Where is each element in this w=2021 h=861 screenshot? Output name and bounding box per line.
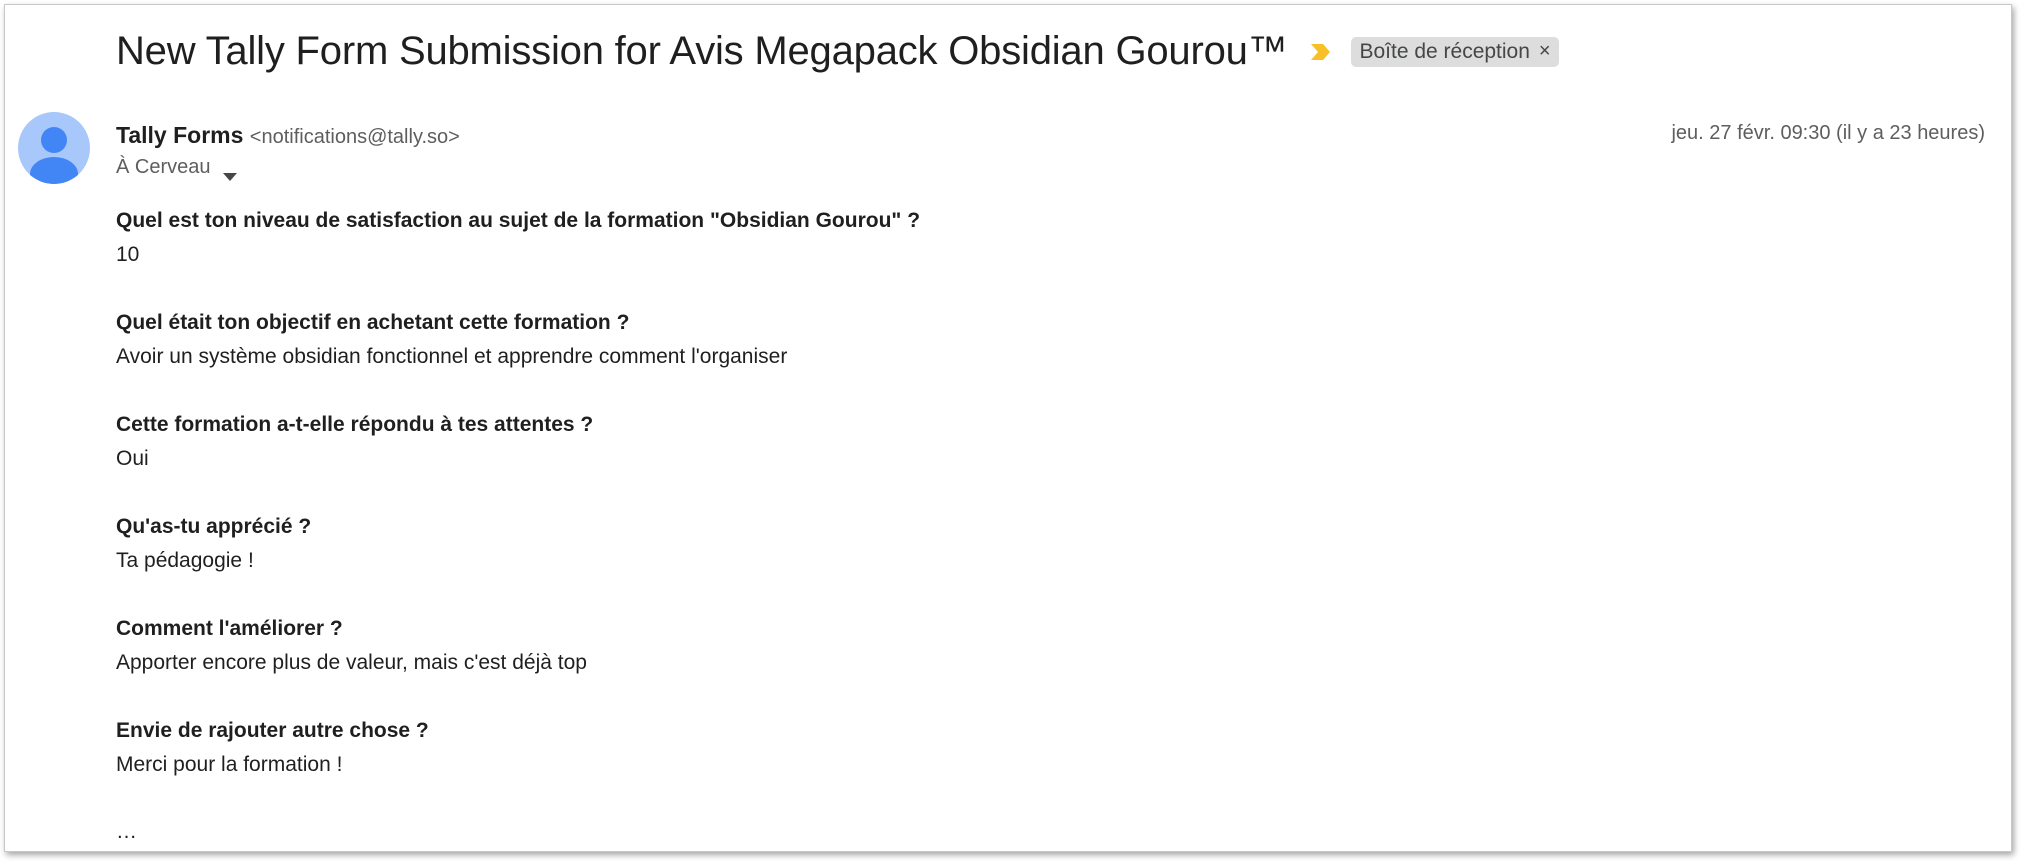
- form-entry: Qu'as-tu apprécié ? Ta pédagogie !: [116, 510, 1916, 578]
- chevron-down-icon[interactable]: [222, 164, 237, 181]
- form-answer: Apporter encore plus de valeur, mais c'e…: [116, 651, 587, 674]
- form-answer: Avoir un système obsidian fonctionnel et…: [116, 345, 788, 368]
- form-question: Quel était ton objectif en achetant cett…: [116, 311, 630, 334]
- email-view: New Tally Form Submission for Avis Megap…: [4, 4, 2012, 852]
- form-question: Cette formation a-t-elle répondu à tes a…: [116, 413, 594, 436]
- form-entry: Comment l'améliorer ? Apporter encore pl…: [116, 612, 1916, 680]
- sender: Tally Forms <notifications@tally.so>: [116, 122, 460, 149]
- form-answer: Oui: [116, 447, 149, 470]
- person-icon: [30, 127, 78, 184]
- form-answer: Merci pour la formation !: [116, 753, 343, 776]
- sender-email: <notifications@tally.so>: [249, 126, 460, 148]
- email-body: Quel est ton niveau de satisfaction au s…: [116, 204, 1916, 816]
- form-entry: Quel était ton objectif en achetant cett…: [116, 306, 1916, 374]
- form-answer: 10: [116, 243, 140, 266]
- sender-avatar[interactable]: [18, 112, 90, 184]
- form-question: Quel est ton niveau de satisfaction au s…: [116, 209, 921, 232]
- importance-marker-icon[interactable]: [1309, 42, 1333, 62]
- form-answer: Ta pédagogie !: [116, 549, 254, 572]
- subject-row: New Tally Form Submission for Avis Megap…: [116, 29, 1559, 74]
- form-question: Envie de rajouter autre chose ?: [116, 719, 429, 742]
- sender-name[interactable]: Tally Forms: [116, 122, 243, 148]
- form-question: Comment l'améliorer ?: [116, 617, 343, 640]
- form-entry: Quel est ton niveau de satisfaction au s…: [116, 204, 1916, 272]
- label-remove-button[interactable]: ×: [1539, 40, 1551, 63]
- recipient-text: À Cerveau: [116, 156, 211, 178]
- label-chip-inbox[interactable]: Boîte de réception ×: [1351, 36, 1559, 67]
- email-date: jeu. 27 févr. 09:30 (il y a 23 heures): [1671, 122, 1985, 144]
- show-trimmed-content-button[interactable]: …: [116, 820, 137, 844]
- form-question: Qu'as-tu apprécié ?: [116, 515, 312, 538]
- form-entry: Cette formation a-t-elle répondu à tes a…: [116, 408, 1916, 476]
- form-entry: Envie de rajouter autre chose ? Merci po…: [116, 714, 1916, 782]
- label-chip-text: Boîte de réception: [1359, 39, 1530, 63]
- email-subject: New Tally Form Submission for Avis Megap…: [116, 29, 1288, 73]
- recipient-row[interactable]: À Cerveau: [116, 156, 237, 181]
